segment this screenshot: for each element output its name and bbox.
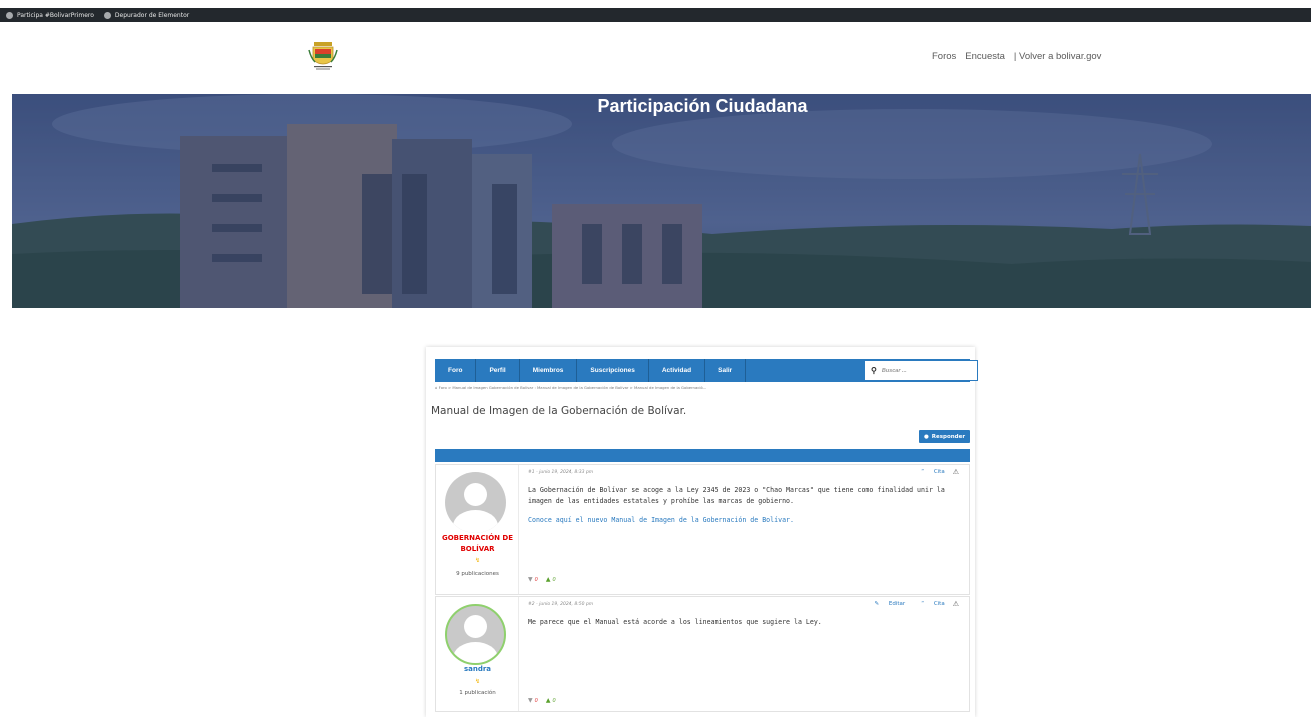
post-1: GOBERNACIÓN DE BOLÍVAR ↯ 9 publicaciones… [435,464,970,595]
site-header: Foros Encuesta | Volver a bolivar.gov [0,22,1311,94]
edit-button[interactable]: ✎ Editar [867,601,906,607]
menu-item-foro[interactable]: Foro [435,359,477,382]
author-name[interactable]: sandra [436,664,519,675]
spark-icon: ↯ [474,557,481,564]
menu-item-suscripciones[interactable]: Suscripciones [577,359,649,382]
publication-count: 9 publicaciones [456,571,499,577]
post-votes: ▼ 0 ▲ 0 [528,697,556,704]
author-name[interactable]: GOBERNACIÓN DE BOLÍVAR [436,533,519,555]
menu-item-miembros[interactable]: Miembros [520,359,578,382]
post-actions: “ Cita ⚠ [905,468,959,476]
quote-icon: “ [921,469,925,475]
avatar[interactable] [445,472,506,533]
quote-button[interactable]: “ Cita [913,601,945,607]
admin-bar-debugger-label: Depurador de Elementor [114,11,190,19]
nav-item-encuesta[interactable]: Encuesta [965,51,1005,62]
breadcrumb-text[interactable]: Foro > Manual de Imagen Gobernación de B… [439,385,707,390]
menu-item-actividad[interactable]: Actividad [649,359,706,382]
quote-label: Cita [933,469,945,475]
post-2-author-panel: sandra ↯ 1 publicación [436,597,519,711]
search-input[interactable]: Buscar ... [882,368,907,374]
publication-count: 1 publicación [459,690,496,696]
upvote-count: 0 [552,576,556,583]
nav-item-foros[interactable]: Foros [932,51,956,62]
admin-bar-site-label: Participa #BolivarPrimero [17,11,94,19]
upvote-count: 0 [552,697,556,704]
home-icon[interactable]: ⌂ [435,385,437,390]
reply-button[interactable]: ● Responder [919,430,970,443]
forum-card: Foro Perfil Miembros Suscripciones Activ… [426,347,978,717]
downvote-count: 0 [534,576,538,583]
thumbs-up-icon[interactable]: ▲ [546,576,551,583]
post-meta: #2 - junio 19, 2024, 8:50 pm [528,602,594,607]
warning-icon[interactable]: ⚠ [953,468,959,476]
comment-icon: ● [923,433,929,440]
search-icon: ⚲ [871,366,877,375]
post-text: La Gobernación de Bolívar se acoge a la … [528,486,945,505]
quote-label: Cita [933,601,945,607]
thumbs-up-icon[interactable]: ▲ [546,697,551,704]
menu-item-salir[interactable]: Salir [705,359,747,382]
reply-button-label: Responder [931,433,966,440]
menu-item-perfil[interactable]: Perfil [476,359,520,382]
topic-title: Manual de Imagen de la Gobernación de Bo… [431,405,687,417]
wordpress-icon [6,11,13,19]
forum-menu: Foro Perfil Miembros Suscripciones Activ… [435,359,978,382]
hero-banner [12,94,1311,308]
forum-search[interactable]: ⚲ Buscar ... [864,360,978,381]
warning-icon[interactable]: ⚠ [953,600,959,608]
manual-link[interactable]: Conoce aquí el nuevo Manual de Imagen de… [528,516,794,524]
thumbs-down-icon[interactable]: ▼ [528,697,533,704]
admin-bar-strip: Participa #BolivarPrimero Depurador de E… [0,8,1311,22]
pencil-icon: ✎ [874,601,880,607]
breadcrumb: ⌂ Foro > Manual de Imagen Gobernación de… [435,385,706,390]
admin-bar: Participa #BolivarPrimero Depurador de E… [0,0,1311,22]
main-nav: Foros Encuesta | Volver a bolivar.gov [932,51,1110,62]
downvote-count: 0 [534,697,538,704]
post-votes: ▼ 0 ▲ 0 [528,576,556,583]
post-actions: ✎ Editar “ Cita ⚠ [859,600,959,608]
admin-bar-item-debugger[interactable]: Depurador de Elementor [103,11,190,19]
post-meta: #1 - junio 19, 2024, 8:33 pm [528,470,594,475]
admin-bar-item-site[interactable]: Participa #BolivarPrimero [6,11,94,19]
post-1-author-panel: GOBERNACIÓN DE BOLÍVAR ↯ 9 publicaciones [436,465,519,594]
hero-background-image [12,94,1311,308]
thumbs-down-icon[interactable]: ▼ [528,576,533,583]
posts-header-bar [435,449,970,462]
quote-button[interactable]: “ Cita [913,469,945,475]
post-text: Me parece que el Manual está acorde a lo… [528,618,822,626]
edit-label: Editar [888,601,906,607]
nav-item-volver[interactable]: | Volver a bolivar.gov [1014,51,1102,62]
avatar[interactable] [445,604,506,665]
spark-icon: ↯ [474,678,481,685]
elementor-icon [103,11,111,19]
quote-icon: “ [921,601,925,607]
post-2: sandra ↯ 1 publicación #2 - junio 19, 20… [435,596,970,712]
gobernacion-logo[interactable] [305,40,341,76]
hero-title: Participación Ciudadana [597,96,808,116]
